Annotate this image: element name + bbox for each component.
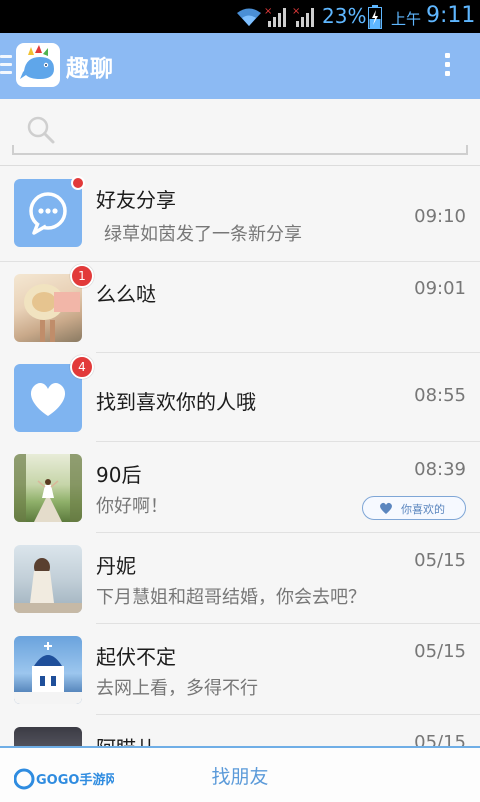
conversation-name: 丹妮: [96, 554, 136, 578]
list-item[interactable]: 阿瞄儿 05/15: [0, 715, 480, 746]
conversation-name: 阿瞄儿: [96, 732, 156, 746]
unread-badge: 1: [70, 264, 94, 288]
chat-bubble-icon: [14, 179, 82, 247]
bottom-bar: GOGO手游网 找朋友: [0, 746, 480, 802]
conversation-time: 05/15: [414, 732, 466, 746]
avatar: [14, 545, 82, 613]
conversation-preview: 去网上看，多得不行: [96, 678, 258, 699]
search-bar: [0, 99, 480, 166]
status-bar: × × 23% 上午 9:11: [0, 0, 480, 33]
list-item[interactable]: 起伏不定 去网上看，多得不行 05/15: [0, 624, 480, 715]
find-friends-button[interactable]: 找朋友: [0, 762, 480, 789]
search-icon: [26, 115, 56, 149]
conversation-name: 么么哒: [96, 282, 156, 306]
search-input[interactable]: [62, 117, 446, 147]
conversation-time: 08:55: [414, 385, 466, 406]
conversation-name: 起伏不定: [96, 645, 176, 669]
overflow-menu-icon[interactable]: [444, 53, 452, 79]
svg-text:×: ×: [264, 6, 272, 17]
signal-icon: ×: [264, 5, 290, 34]
battery-charging-icon: [368, 5, 382, 34]
avatar: [14, 274, 82, 342]
status-ampm: 上午: [391, 10, 422, 28]
unread-dot: [71, 176, 85, 190]
app-logo: [16, 43, 60, 87]
app-header: 趣聊: [0, 33, 480, 99]
app-title: 趣聊: [66, 56, 114, 82]
svg-text:×: ×: [292, 6, 300, 17]
list-item[interactable]: 4 找到喜欢你的人哦 08:55: [0, 353, 480, 442]
list-item[interactable]: 丹妮 下月慧姐和超哥结婚，你会去吧？ 05/15: [0, 533, 480, 624]
wifi-icon: [236, 6, 262, 33]
conversation-name: 找到喜欢你的人哦: [96, 390, 256, 414]
liked-tag-label: 你喜欢的: [401, 503, 445, 516]
conversation-time: 08:39: [414, 459, 466, 480]
heart-icon: [379, 502, 393, 517]
list-item[interactable]: 90后 你好啊！ 08:39 你喜欢的: [0, 442, 480, 533]
conversation-time: 05/15: [414, 550, 466, 571]
unread-badge: 4: [70, 355, 94, 379]
liked-tag: 你喜欢的: [362, 496, 466, 520]
status-time: 9:11: [426, 3, 476, 28]
signal-icon: ×: [292, 5, 318, 34]
avatar: [14, 727, 82, 746]
conversation-time: 05/15: [414, 641, 466, 662]
avatar: [14, 636, 82, 704]
conversation-preview: 下月慧姐和超哥结婚，你会去吧？: [96, 587, 366, 608]
list-item[interactable]: 好友分享 绿草如茵发了一条新分享 09:10: [0, 166, 480, 262]
conversation-preview: 绿草如茵发了一条新分享: [104, 224, 302, 245]
battery-percent: 23%: [322, 4, 367, 28]
conversation-name: 90后: [96, 463, 142, 487]
avatar: [14, 454, 82, 522]
conversation-time: 09:10: [414, 206, 466, 227]
conversation-list: 好友分享 绿草如茵发了一条新分享 09:10 1 么么哒 09:01 4 找到喜: [0, 166, 480, 746]
drawer-menu-icon[interactable]: [0, 55, 12, 77]
conversation-name: 好友分享: [96, 188, 176, 212]
conversation-preview: 你好啊！: [96, 496, 168, 517]
search-field[interactable]: [12, 109, 468, 155]
conversation-time: 09:01: [414, 278, 466, 299]
list-item[interactable]: 1 么么哒 09:01: [0, 262, 480, 353]
